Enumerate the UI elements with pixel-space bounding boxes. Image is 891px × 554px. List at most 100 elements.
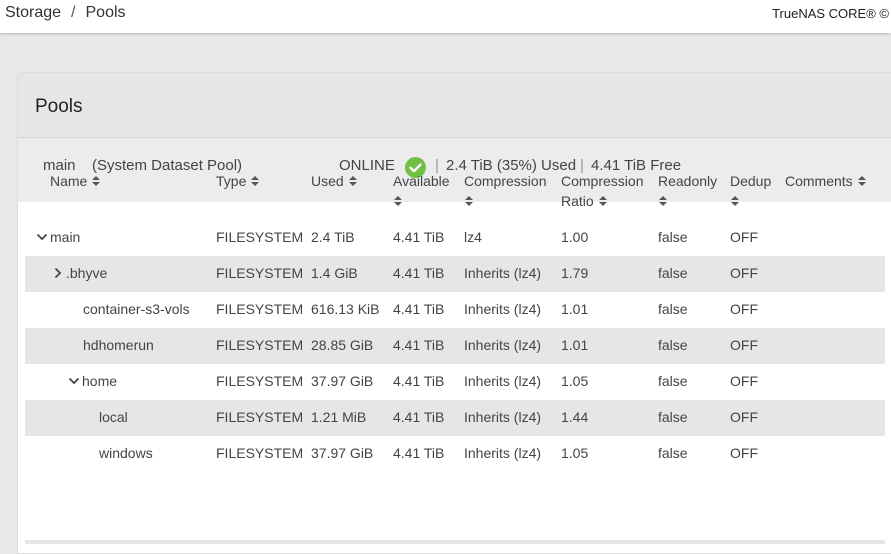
table-row[interactable]: local FILESYSTEM 1.21 MiB 4.41 TiB Inher… xyxy=(25,400,885,436)
compression-cell: lz4 xyxy=(464,229,482,245)
column-header-name[interactable]: Name xyxy=(50,171,101,191)
dataset-name: home xyxy=(82,373,118,389)
header-label: Dedup xyxy=(730,173,772,189)
type-cell: FILESYSTEM xyxy=(216,229,304,245)
readonly-cell: false xyxy=(658,337,688,353)
table-row[interactable]: windows FILESYSTEM 37.97 GiB 4.41 TiB In… xyxy=(25,436,885,472)
column-header-available[interactable]: Available xyxy=(393,171,450,211)
readonly-cell: false xyxy=(658,229,688,245)
dataset-name: windows xyxy=(99,445,153,461)
type-cell: FILESYSTEM xyxy=(216,301,304,317)
readonly-cell: false xyxy=(658,265,688,281)
available-cell: 4.41 TiB xyxy=(393,409,445,425)
table-row[interactable]: hdhomerun FILESYSTEM 28.85 GiB 4.41 TiB … xyxy=(25,328,885,364)
dedup-cell: OFF xyxy=(730,445,758,461)
sort-icon xyxy=(348,176,357,186)
dataset-name-cell: .bhyve xyxy=(51,265,107,281)
dedup-cell: OFF xyxy=(730,373,758,389)
readonly-cell: false xyxy=(658,409,688,425)
column-header-type[interactable]: Type xyxy=(216,171,260,191)
brand-label[interactable]: TrueNAS CORE® © xyxy=(772,6,889,21)
sort-icon xyxy=(598,196,607,206)
sort-icon xyxy=(659,196,667,206)
sort-icon xyxy=(857,176,866,186)
breadcrumb-separator: / xyxy=(71,4,76,21)
readonly-cell: false xyxy=(658,301,688,317)
dedup-cell: OFF xyxy=(730,409,758,425)
available-cell: 4.41 TiB xyxy=(393,337,445,353)
used-cell: 37.97 GiB xyxy=(311,373,374,389)
dataset-name: local xyxy=(99,409,128,425)
ratio-cell: 1.00 xyxy=(561,229,589,245)
type-cell: FILESYSTEM xyxy=(216,373,304,389)
header-label: Ratio xyxy=(561,193,594,209)
dedup-cell: OFF xyxy=(730,229,758,245)
table-row[interactable]: main FILESYSTEM 2.4 TiB 4.41 TiB lz4 1.0… xyxy=(25,220,885,256)
compression-cell: Inherits (lz4) xyxy=(464,301,542,317)
available-cell: 4.41 TiB xyxy=(393,301,445,317)
used-cell: 2.4 TiB xyxy=(311,229,355,245)
header-label: Available xyxy=(393,173,450,189)
readonly-cell: false xyxy=(658,373,688,389)
breadcrumb: Storage / Pools xyxy=(5,4,126,22)
used-cell: 37.97 GiB xyxy=(311,445,374,461)
type-cell: FILESYSTEM xyxy=(216,337,304,353)
sort-icon xyxy=(92,176,101,186)
dedup-cell: OFF xyxy=(730,265,758,281)
header-label: Comments xyxy=(785,173,853,189)
page-title: Pools xyxy=(35,96,83,117)
top-bar: Storage / Pools TrueNAS CORE® © xyxy=(0,0,891,33)
dataset-name-cell: main xyxy=(35,229,80,245)
available-cell: 4.41 TiB xyxy=(393,445,445,461)
header-label: Type xyxy=(216,173,247,189)
sort-icon xyxy=(394,196,402,206)
available-cell: 4.41 TiB xyxy=(393,373,445,389)
column-header-compression-ratio[interactable]: Compression Ratio xyxy=(561,171,643,211)
header-label: Readonly xyxy=(658,173,718,189)
used-cell: 616.13 KiB xyxy=(311,301,380,317)
header-label: Used xyxy=(311,173,344,189)
used-cell: 1.21 MiB xyxy=(311,409,367,425)
header-label: Compression xyxy=(561,173,644,189)
header-label: Compression xyxy=(464,173,547,189)
column-header-compression[interactable]: Compression xyxy=(464,171,546,211)
ratio-cell: 1.05 xyxy=(561,373,589,389)
table-row[interactable]: home FILESYSTEM 37.97 GiB 4.41 TiB Inher… xyxy=(25,364,885,400)
sort-icon xyxy=(465,196,473,206)
compression-cell: Inherits (lz4) xyxy=(464,445,542,461)
dedup-cell: OFF xyxy=(730,337,758,353)
chevron-right-icon[interactable] xyxy=(51,266,65,280)
used-cell: 28.85 GiB xyxy=(311,337,374,353)
ratio-cell: 1.01 xyxy=(561,301,589,317)
sort-icon xyxy=(731,196,739,206)
readonly-cell: false xyxy=(658,445,688,461)
column-header-readonly[interactable]: Readonly xyxy=(658,171,717,211)
used-cell: 1.4 GiB xyxy=(311,265,358,281)
column-header-comments[interactable]: Comments xyxy=(785,171,867,191)
breadcrumb-pools: Pools xyxy=(85,4,126,21)
dataset-name-cell: home xyxy=(67,373,117,389)
card-header: Pools xyxy=(18,73,891,138)
table-row[interactable]: .bhyve FILESYSTEM 1.4 GiB 4.41 TiB Inher… xyxy=(25,256,885,292)
sort-icon xyxy=(251,176,260,186)
dataset-name: container-s3-vols xyxy=(83,301,190,317)
breadcrumb-storage-link[interactable]: Storage xyxy=(5,4,61,21)
type-cell: FILESYSTEM xyxy=(216,265,304,281)
dataset-name: main xyxy=(50,229,81,245)
table-header: Name Type Used Available Compression Com… xyxy=(25,171,885,221)
available-cell: 4.41 TiB xyxy=(393,229,445,245)
header-label: Name xyxy=(50,173,88,189)
dataset-name: .bhyve xyxy=(66,265,108,281)
compression-cell: Inherits (lz4) xyxy=(464,265,542,281)
column-header-used[interactable]: Used xyxy=(311,171,358,191)
ratio-cell: 1.01 xyxy=(561,337,589,353)
dataset-name: hdhomerun xyxy=(83,337,154,353)
table-row[interactable]: container-s3-vols FILESYSTEM 616.13 KiB … xyxy=(25,292,885,328)
chevron-down-icon[interactable] xyxy=(35,230,49,244)
available-cell: 4.41 TiB xyxy=(393,265,445,281)
dataset-table: main FILESYSTEM 2.4 TiB 4.41 TiB lz4 1.0… xyxy=(25,220,885,472)
column-header-dedup[interactable]: Dedup xyxy=(730,171,771,211)
ratio-cell: 1.05 xyxy=(561,445,589,461)
chevron-down-icon[interactable] xyxy=(67,374,81,388)
ratio-cell: 1.79 xyxy=(561,265,589,281)
